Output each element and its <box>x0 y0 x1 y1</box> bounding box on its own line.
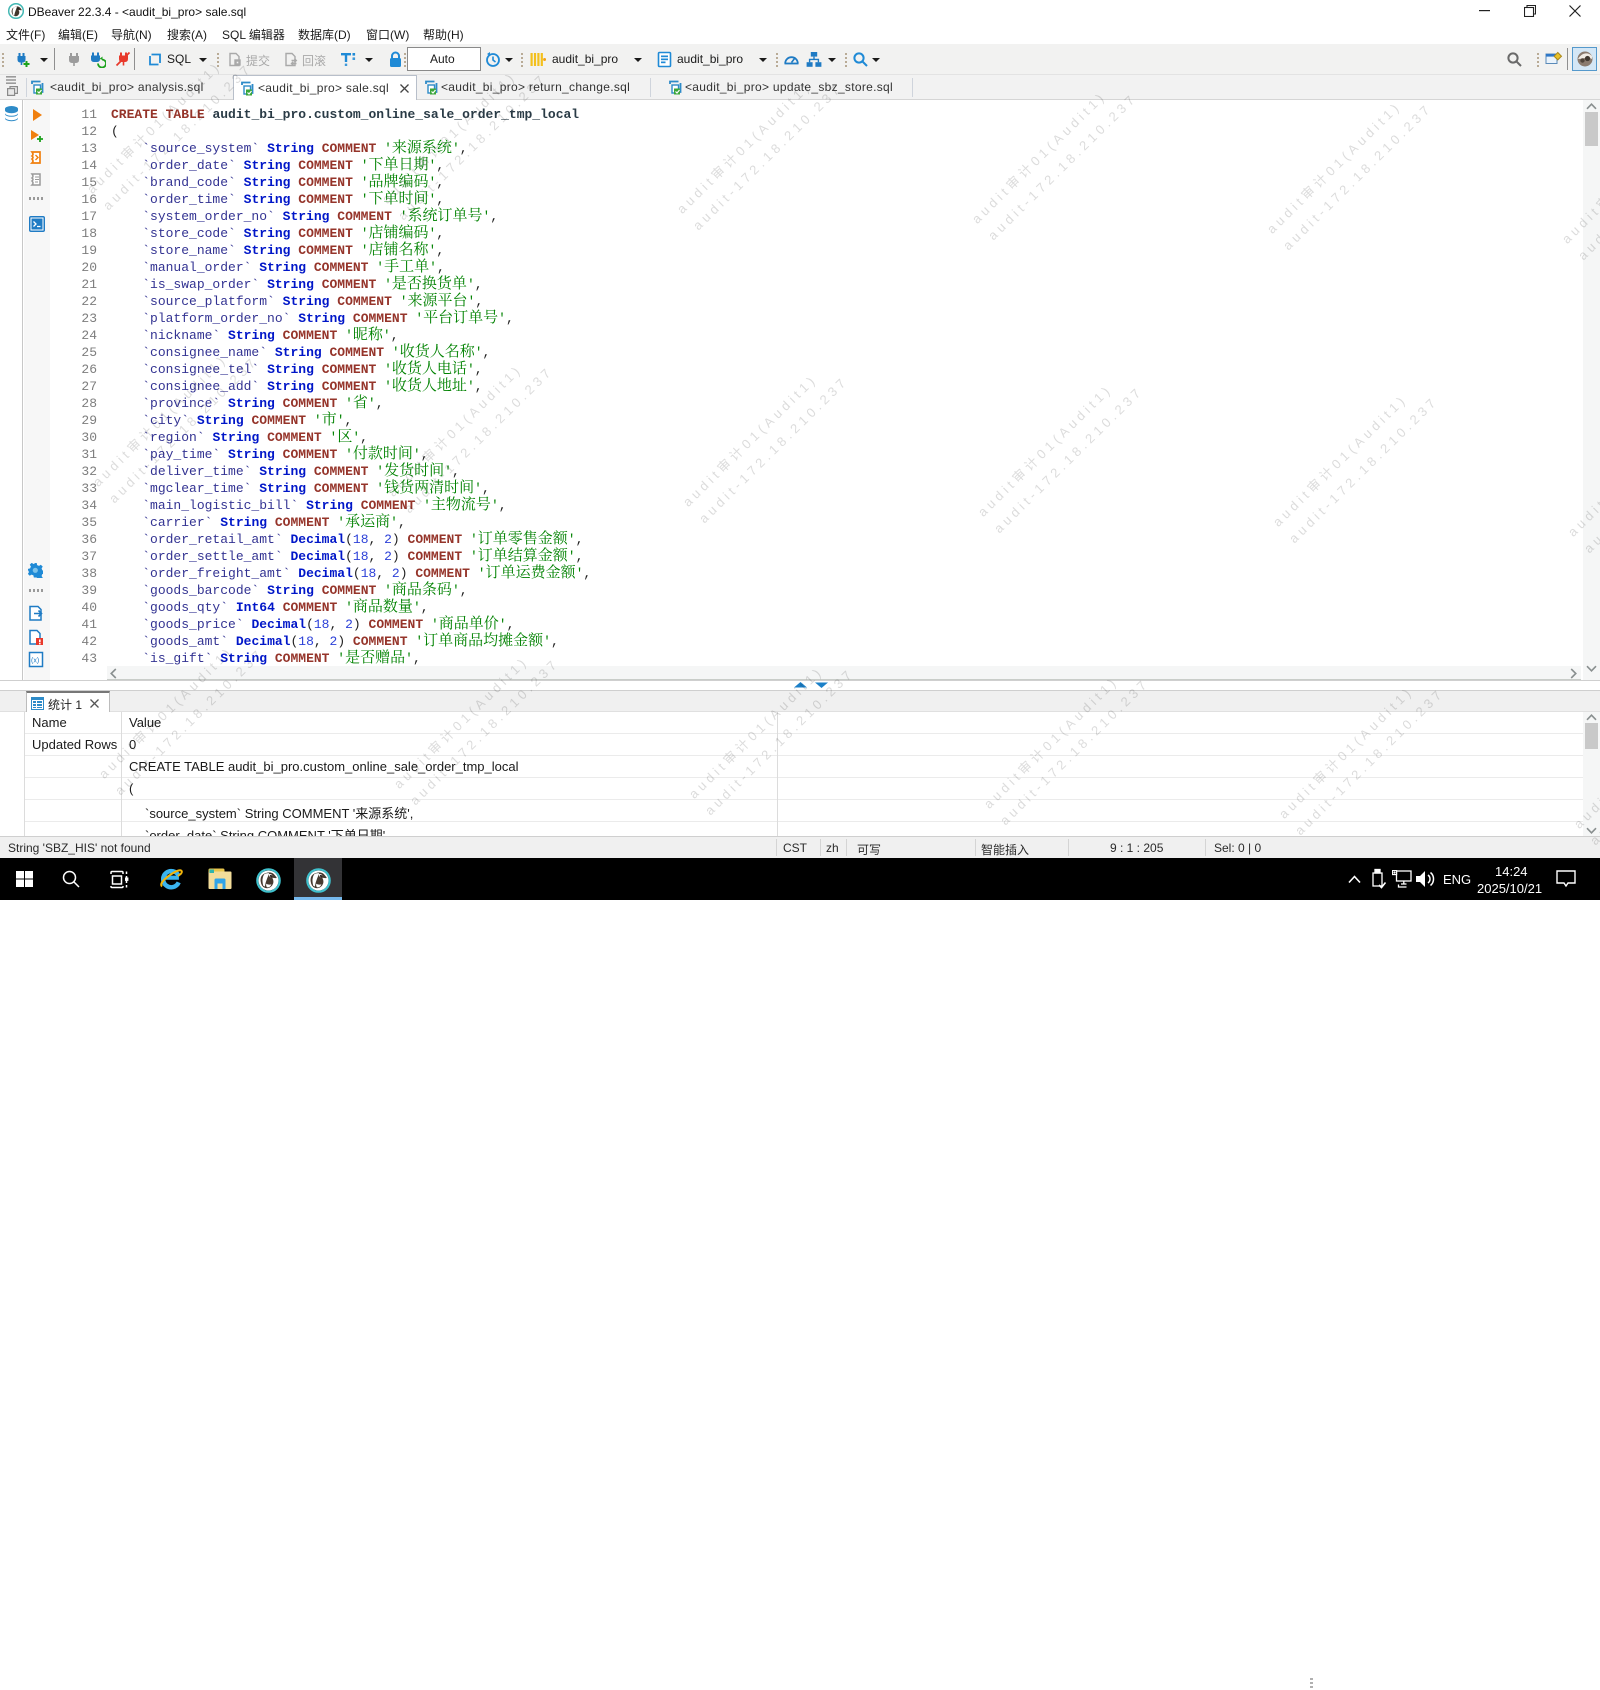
svg-text:(x): (x) <box>31 658 39 665</box>
